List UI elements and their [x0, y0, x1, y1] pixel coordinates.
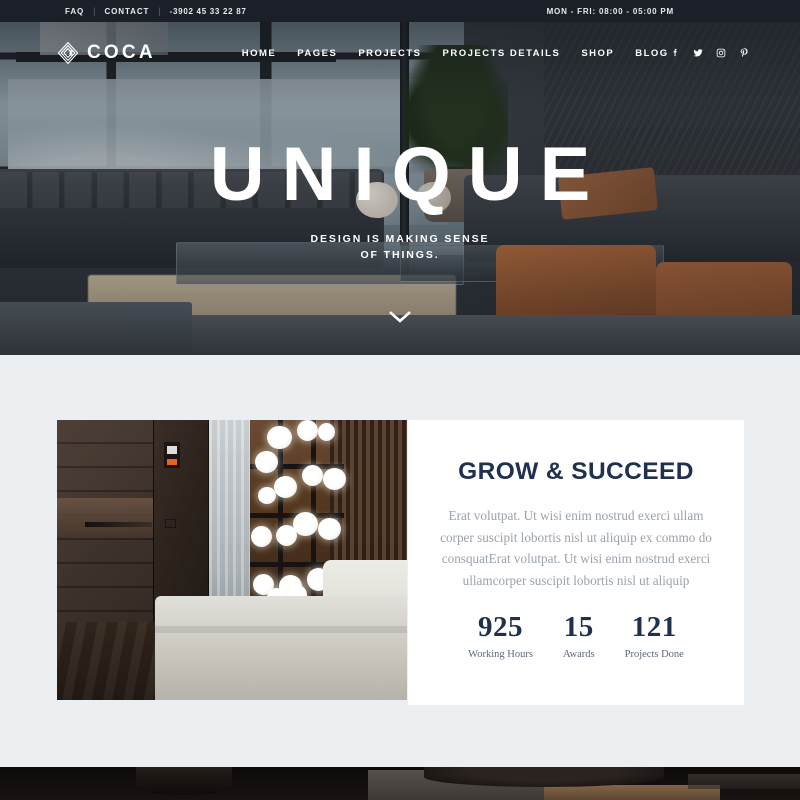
nav-menu: HOME PAGES PROJECTS PROJECTS DETAILS SHO… — [242, 48, 669, 59]
about-paragraph: Erat volutpat. Ut wisi enim nostrud exer… — [440, 508, 712, 588]
topbar: FAQ | CONTACT | -3902 45 33 22 87 MON - … — [0, 0, 800, 22]
stat-awards: 15 Awards — [562, 611, 595, 661]
hero-subtitle-line1: DESIGN IS MAKING SENSE — [310, 232, 490, 245]
main-navbar: COCA HOME PAGES PROJECTS PROJECTS DETAIL… — [0, 22, 800, 84]
twitter-icon[interactable] — [692, 47, 704, 59]
nav-item-projects[interactable]: PROJECTS — [358, 48, 421, 59]
about-card: GROW & SUCCEED Erat volutpat. Ut wisi en… — [408, 420, 744, 705]
nav-item-pages[interactable]: PAGES — [297, 48, 337, 59]
pinterest-icon[interactable] — [738, 47, 750, 59]
about-section: GROW & SUCCEED Erat volutpat. Ut wisi en… — [0, 355, 800, 767]
stat-working-hours: 925 Working Hours — [468, 611, 533, 661]
stat-label: Awards — [562, 649, 595, 661]
nav-item-shop[interactable]: SHOP — [581, 48, 614, 59]
topbar-link-faq[interactable]: FAQ — [56, 7, 93, 16]
topbar-phone[interactable]: -3902 45 33 22 87 — [161, 7, 247, 16]
nav-item-home[interactable]: HOME — [242, 48, 277, 59]
stat-label: Projects Done — [624, 649, 684, 661]
stats-row: 925 Working Hours 15 Awards 121 Projects… — [432, 611, 720, 661]
chevron-down-icon — [389, 311, 411, 323]
bottom-photo-strip — [0, 767, 800, 800]
about-photo — [57, 420, 407, 700]
stat-label: Working Hours — [468, 649, 533, 661]
hero-content: UNIQUE DESIGN IS MAKING SENSE OF THINGS. — [0, 132, 800, 264]
scroll-down-button[interactable] — [389, 311, 411, 323]
facebook-icon[interactable] — [669, 47, 681, 59]
topbar-link-contact[interactable]: CONTACT — [96, 7, 159, 16]
hero-subtitle: DESIGN IS MAKING SENSE OF THINGS. — [0, 231, 800, 264]
stat-projects-done: 121 Projects Done — [624, 611, 684, 661]
hero-title: UNIQUE — [209, 132, 608, 217]
social-links — [669, 47, 750, 59]
hero-subtitle-line2: OF THINGS. — [360, 249, 440, 262]
stat-value: 121 — [631, 611, 677, 644]
stat-value: 15 — [563, 611, 594, 644]
stat-value: 925 — [478, 611, 524, 644]
hero-section: COCA HOME PAGES PROJECTS PROJECTS DETAIL… — [0, 22, 800, 355]
nav-item-blog[interactable]: BLOG — [635, 48, 668, 59]
diamond-hexagon-logo-icon — [57, 41, 79, 65]
topbar-left-group: FAQ | CONTACT | -3902 45 33 22 87 — [56, 6, 247, 16]
nav-item-projects-details[interactable]: PROJECTS DETAILS — [443, 48, 561, 59]
about-title: GROW & SUCCEED — [458, 458, 694, 485]
logo-text: COCA — [87, 42, 156, 63]
instagram-icon[interactable] — [715, 47, 727, 59]
topbar-hours: MON - FRI: 08:00 - 05:00 PM — [546, 6, 674, 16]
site-logo[interactable]: COCA — [56, 41, 156, 65]
